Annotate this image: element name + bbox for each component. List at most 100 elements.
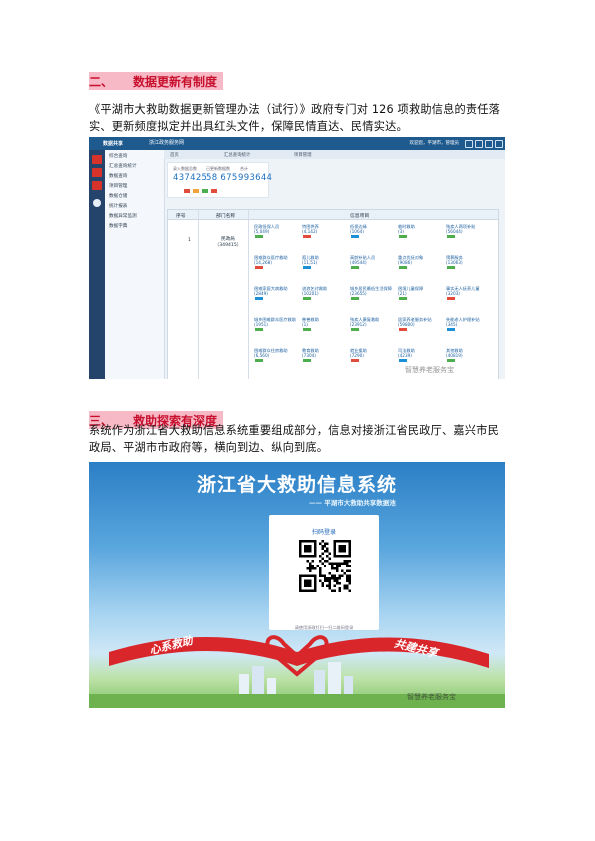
status-tag <box>447 234 455 238</box>
paragraph-update-policy: 《平湖市大救助数据更新管理办法（试行）》政府专门对 126 项救助信息的责任落实… <box>89 103 501 133</box>
platform-logo: 浙江政务服务网 <box>149 140 185 146</box>
paragraph-system-integration: 系统作为浙江省大救助信息系统重要组成部分，信息对接浙江省民政厅、嘉兴市民政局、平… <box>89 424 499 454</box>
system-title: 浙江省大救助信息系统 <box>196 474 397 496</box>
sidebar-item: 数据查询 <box>109 174 128 179</box>
status-tag <box>303 265 311 269</box>
info-item[interactable]: 困难家庭大病救助 (2849) <box>254 286 288 301</box>
status-tag <box>351 234 359 238</box>
info-item[interactable]: 居家养老服务补贴 (59800) <box>398 317 432 332</box>
info-item-count: (3) <box>398 229 404 234</box>
info-item[interactable]: 教育救助 (7304) <box>302 348 319 363</box>
sidebar-menu: 综合查询 汇总查询统计 数据查询 项目管理 数据仓储 统计报表 数据异常监测 数… <box>105 150 165 379</box>
info-item-count: (11,51) <box>302 260 318 265</box>
status-tag <box>447 296 455 300</box>
section-number: 二、 <box>89 74 114 89</box>
info-item-count: (1) <box>302 322 308 327</box>
row-dept: 民政局 （349415） <box>211 237 245 249</box>
info-item-count: (1064) <box>350 229 364 234</box>
qr-login-caption[interactable]: 扫码登录 <box>269 527 379 536</box>
info-item-count: (7290) <box>350 353 364 358</box>
info-item[interactable]: 残疾人康复救助 (23912) <box>350 317 379 332</box>
status-tag <box>399 327 407 331</box>
qr-code <box>299 540 351 592</box>
info-item-count: (14,268) <box>254 260 272 265</box>
stats-panel: 录入数据总数 437425 已更新数据数 58 675 合计 993644 <box>167 162 273 198</box>
info-item-count: (4239) <box>398 353 412 358</box>
info-item[interactable]: 事实无人抚养儿童 (3203) <box>446 286 480 301</box>
column-header: 信息项目 <box>350 214 370 219</box>
info-item[interactable]: 残疾人两项补贴 (56044) <box>446 224 475 239</box>
info-item[interactable]: 困难群众医疗救助 (14,268) <box>254 255 288 270</box>
info-item-count: (345) <box>446 322 458 327</box>
status-tag <box>399 265 407 269</box>
info-item[interactable]: 特困供养 (4,142) <box>302 224 319 239</box>
section-title: 数据更新有制度 <box>133 74 218 89</box>
info-item[interactable]: 民政低保人员 (5,049) <box>254 224 279 239</box>
app-brand: 数据共享 <box>103 141 124 147</box>
home-icon <box>92 155 102 164</box>
info-item[interactable]: 司法救助 (4239) <box>398 348 415 363</box>
sidebar-item: 统计报表 <box>109 204 128 209</box>
info-item[interactable]: 流浪乞讨救助 (10201) <box>302 286 327 301</box>
info-item-count: (9086) <box>398 260 412 265</box>
info-item-count: (59800) <box>398 322 415 327</box>
login-screen-screenshot: 浙江省大救助信息系统 —— 平湖市大救助共享数据池 扫码登录 请使用浙政钉扫一扫… <box>89 462 505 708</box>
section-heading-2: 二、 数据更新有制度 <box>89 72 224 90</box>
info-item-count: (23912) <box>350 322 367 327</box>
info-item[interactable]: 就业援助 (7290) <box>350 348 367 363</box>
status-tag <box>447 327 455 331</box>
stat-label: 合计 <box>240 166 248 171</box>
info-item-count: (56044) <box>446 229 463 234</box>
logout-icon <box>495 140 503 148</box>
info-item[interactable]: 慈善救助 (1) <box>302 317 319 332</box>
status-chip <box>184 189 190 193</box>
sidebar-item: 数据仓储 <box>109 194 128 199</box>
column-header: 部门名称 <box>216 214 236 219</box>
status-tag <box>255 234 263 238</box>
info-item[interactable]: 城乡居民最低生活保障 (23655) <box>350 286 392 301</box>
status-tag <box>399 296 407 300</box>
status-tag <box>399 234 407 238</box>
info-item-count: (4,142) <box>302 229 318 234</box>
sidebar-item: 数据异常监测 <box>109 214 137 219</box>
settings-icon <box>465 140 473 148</box>
info-item[interactable]: 低保边缘 (1064) <box>350 224 367 239</box>
status-tag <box>399 358 407 362</box>
status-tag <box>303 327 311 331</box>
status-chip <box>193 189 199 193</box>
info-item[interactable]: 困难群众住房救助 (6,560) <box>254 348 288 363</box>
status-tag <box>447 265 455 269</box>
info-item[interactable]: 其他救助 (40819) <box>446 348 463 363</box>
info-item[interactable]: 困境儿童保障 (21) <box>398 286 423 301</box>
status-tag <box>255 327 263 331</box>
info-item[interactable]: 孤儿救助 (11,51) <box>302 255 319 270</box>
status-tag <box>255 296 263 300</box>
status-tag <box>255 358 263 362</box>
info-item-count: (21) <box>398 291 407 296</box>
tab: 首页 <box>170 153 179 158</box>
info-item-count: (2849) <box>254 291 268 296</box>
user-icon <box>475 140 483 148</box>
info-item-count: (23655) <box>350 291 367 296</box>
info-item[interactable]: 殡葬服务 (13063) <box>446 255 463 270</box>
user-info: 欢迎您，平湖市，管理员 <box>409 141 460 146</box>
login-card: 扫码登录 请使用浙政钉扫一扫二维码登录 <box>269 515 379 630</box>
info-item[interactable]: 临时救助 (3) <box>398 224 415 239</box>
info-item[interactable]: 城乡困难群众医疗救助 (1951) <box>254 317 296 332</box>
tab: 汇总查询统计 <box>224 153 251 158</box>
divider <box>248 210 249 379</box>
dept-count: （349415） <box>214 243 242 248</box>
status-chip <box>202 189 208 193</box>
app-header: 数据共享 浙江政务服务网 欢迎您，平湖市，管理员 <box>89 137 505 150</box>
profile-icon <box>93 199 101 207</box>
status-tag <box>303 296 311 300</box>
stat-value: 58 675 <box>206 173 238 183</box>
data-sharing-screenshot: 数据共享 浙江政务服务网 欢迎您，平湖市，管理员 综合查询 汇总查询统计 数据查… <box>89 137 505 379</box>
watermark: 智慧养老服务宝 <box>407 693 456 701</box>
status-tag <box>351 327 359 331</box>
stat-value: 993644 <box>238 173 273 183</box>
info-item[interactable]: 失能老人护理补贴 (345) <box>446 317 480 332</box>
info-item[interactable]: 高龄补贴人员 (49544) <box>350 255 375 270</box>
info-item[interactable]: 重点优抚对象 (9086) <box>398 255 423 270</box>
table-header: 序号 部门名称 信息项目 <box>168 210 498 220</box>
